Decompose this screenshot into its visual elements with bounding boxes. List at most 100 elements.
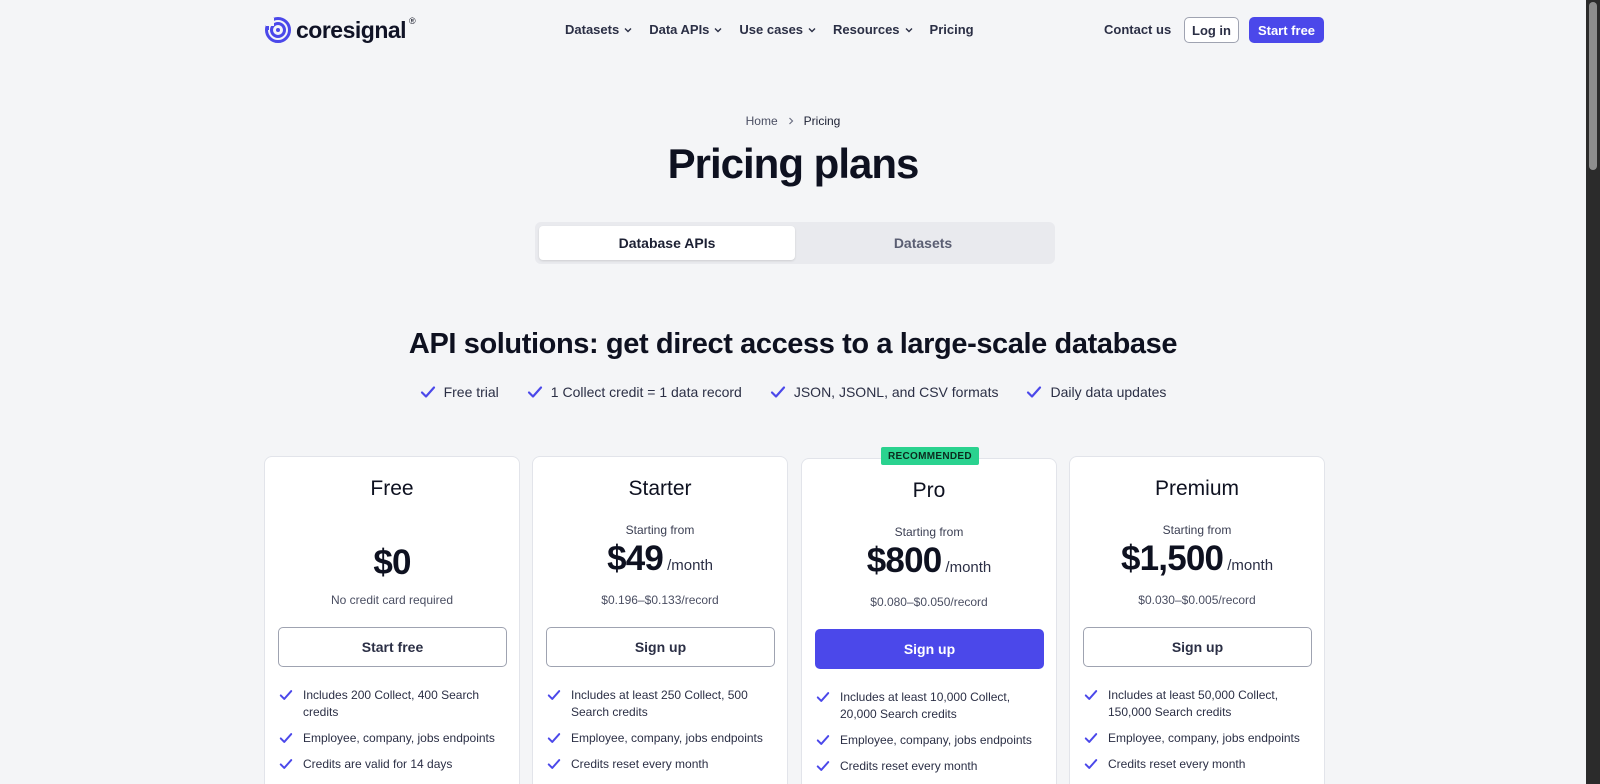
plan-name: Premium: [1154, 477, 1239, 500]
perk-text: Includes at least 10,000 Collect, 20,000…: [840, 690, 1011, 721]
nav-resources[interactable]: Resources: [833, 22, 913, 37]
price-row: $800 /month: [802, 541, 1056, 581]
tab-database-apis[interactable]: Database APIs: [539, 226, 795, 260]
check-icon: [279, 759, 293, 769]
perk-text: Employee, company, jobs endpoints: [303, 731, 495, 745]
perk-item: Employee, company, jobs endpoints: [816, 732, 1046, 749]
plan-subtext: No credit card required: [330, 593, 454, 607]
plan-price: $800: [866, 541, 942, 580]
check-icon: [547, 759, 561, 769]
perk-list: Includes at least 250 Collect, 500 Searc…: [547, 687, 777, 782]
perk-item: Includes at least 50,000 Collect, 150,00…: [1084, 687, 1314, 721]
tab-datasets[interactable]: Datasets: [795, 226, 1051, 260]
nav-datasets[interactable]: Datasets: [565, 22, 633, 37]
perk-item: Employee, company, jobs endpoints: [1084, 730, 1314, 747]
nav-use-cases-label: Use cases: [739, 22, 804, 37]
coresignal-logo-icon: [265, 17, 291, 43]
check-icon: [420, 386, 435, 398]
feature-item: Free trial: [420, 384, 499, 400]
perk-text: Credits are valid for 14 days: [303, 757, 453, 771]
check-icon: [527, 386, 542, 398]
perk-list: Includes 200 Collect, 400 Search credits…: [279, 687, 509, 782]
nav-resources-label: Resources: [833, 22, 900, 37]
plan-card-free: Free $0 No credit card required Start fr…: [264, 456, 520, 784]
feature-text: JSON, JSONL, and CSV formats: [793, 384, 999, 400]
plan-subtext: $0.196–$0.133/record: [601, 593, 719, 607]
plan-subtext: $0.030–$0.005/record: [1138, 593, 1256, 607]
plan-price: $0: [373, 543, 411, 582]
perk-text: Includes at least 50,000 Collect, 150,00…: [1108, 688, 1279, 719]
feature-text: 1 Collect credit = 1 data record: [550, 384, 742, 400]
perk-list: Includes at least 10,000 Collect, 20,000…: [816, 689, 1046, 784]
perk-list: Includes at least 50,000 Collect, 150,00…: [1084, 687, 1314, 782]
login-button[interactable]: Log in: [1184, 17, 1239, 43]
plan-card-starter: Starter Starting from $49 /month $0.196–…: [532, 456, 788, 784]
logo[interactable]: coresignal ®: [264, 16, 417, 44]
section-title: API solutions: get direct access to a la…: [408, 328, 1178, 360]
plan-card-premium: Premium Starting from $1,500 /month $0.0…: [1069, 456, 1325, 784]
perk-item: Includes 200 Collect, 400 Search credits: [279, 687, 509, 721]
scrollbar-thumb[interactable]: [1589, 2, 1597, 170]
price-row: $0: [265, 543, 519, 583]
check-icon: [1027, 386, 1042, 398]
check-icon: [279, 690, 293, 700]
site-header: coresignal ® Datasets Data APIs Use case…: [0, 0, 1586, 60]
chevron-down-icon: [624, 27, 632, 32]
page-title: Pricing plans: [667, 140, 920, 187]
recommended-badge: RECOMMENDED: [881, 447, 979, 465]
price-row: $1,500 /month: [1070, 539, 1324, 579]
pricing-tabs: Database APIs Datasets: [535, 222, 1055, 264]
perk-item: Credits reset every month: [547, 756, 777, 773]
plan-period: /month: [945, 559, 992, 576]
chevron-right-icon: [788, 117, 794, 125]
check-icon: [547, 690, 561, 700]
plan-card-pro: Pro Starting from $800 /month $0.080–$0.…: [801, 458, 1057, 784]
check-icon: [816, 692, 830, 702]
start-free-button[interactable]: Start free: [1249, 17, 1324, 43]
nav-pricing[interactable]: Pricing: [930, 22, 974, 37]
perk-text: Employee, company, jobs endpoints: [1108, 731, 1300, 745]
plan-starting-from: Starting from: [625, 523, 695, 537]
breadcrumb-current: Pricing: [803, 114, 841, 128]
sign-up-button-pro[interactable]: Sign up: [815, 629, 1044, 669]
perk-item: Includes at least 10,000 Collect, 20,000…: [816, 689, 1046, 723]
check-icon: [547, 733, 561, 743]
nav-pricing-label: Pricing: [929, 22, 974, 37]
breadcrumb: Home Pricing: [0, 114, 1586, 128]
check-icon: [1084, 733, 1098, 743]
start-free-plan-button[interactable]: Start free: [278, 627, 507, 667]
contact-us-link[interactable]: Contact us: [1104, 22, 1171, 37]
perk-text: Includes 200 Collect, 400 Search credits: [303, 688, 480, 719]
nav-use-cases[interactable]: Use cases: [739, 22, 817, 37]
perk-item: Employee, company, jobs endpoints: [279, 730, 509, 747]
feature-item: 1 Collect credit = 1 data record: [527, 384, 742, 400]
sign-up-button[interactable]: Sign up: [546, 627, 775, 667]
plan-name: Pro: [912, 479, 946, 502]
plan-period: /month: [667, 557, 713, 574]
page-scrollbar[interactable]: [1586, 0, 1600, 784]
plan-starting-from: Starting from: [894, 525, 964, 539]
check-icon: [816, 761, 830, 771]
perk-text: Employee, company, jobs endpoints: [571, 731, 763, 745]
chevron-down-icon: [714, 27, 722, 32]
plan-starting-from: Starting from: [1162, 523, 1232, 537]
logo-registered-mark: ®: [409, 16, 416, 26]
perk-item: Employee, company, jobs endpoints: [547, 730, 777, 747]
nav-data-apis-label: Data APIs: [649, 22, 710, 37]
feature-item: Daily data updates: [1026, 384, 1166, 400]
breadcrumb-home[interactable]: Home: [746, 114, 778, 128]
chevron-down-icon: [808, 27, 816, 32]
nav-data-apis[interactable]: Data APIs: [649, 22, 723, 37]
plan-price: $49: [607, 539, 664, 578]
feature-list: Free trial 1 Collect credit = 1 data rec…: [0, 384, 1586, 400]
check-icon: [1084, 759, 1098, 769]
perk-item: Credits reset every month: [1084, 756, 1314, 773]
perk-text: Credits reset every month: [1108, 757, 1246, 771]
nav-datasets-label: Datasets: [565, 22, 620, 37]
perk-item: Credits reset every month: [816, 758, 1046, 775]
perk-item: Credits are valid for 14 days: [279, 756, 509, 773]
check-icon: [816, 735, 830, 745]
plan-period: /month: [1227, 557, 1274, 574]
sign-up-button[interactable]: Sign up: [1083, 627, 1312, 667]
perk-item: Includes at least 250 Collect, 500 Searc…: [547, 687, 777, 721]
